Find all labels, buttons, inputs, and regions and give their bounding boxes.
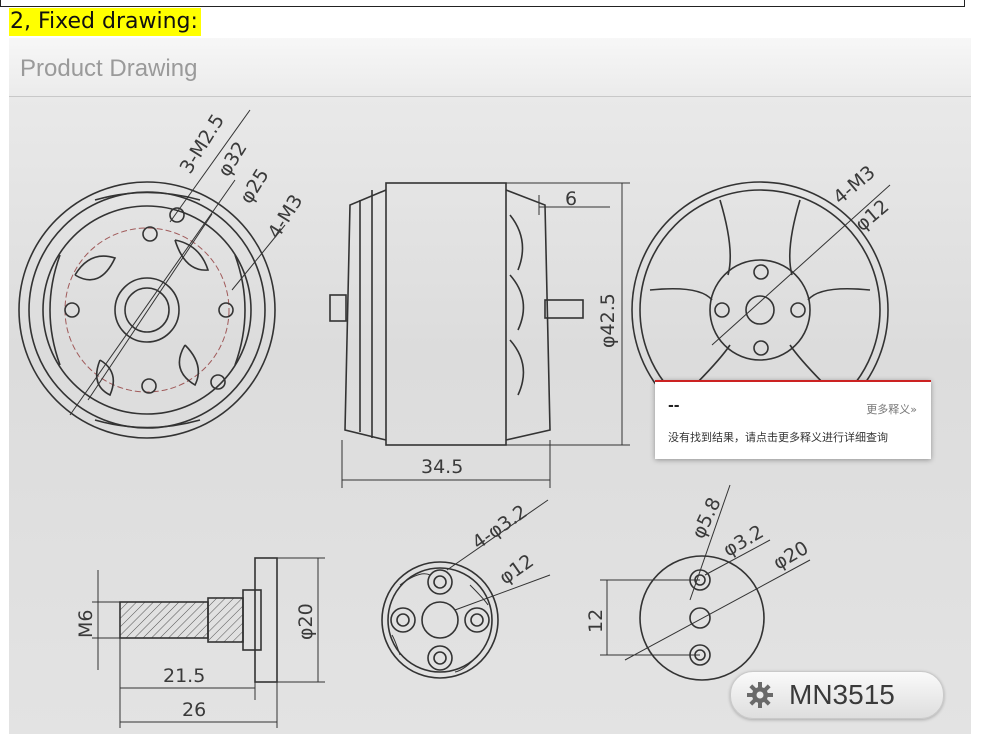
dim-phi3-2: φ3.2 <box>720 521 768 561</box>
dictionary-popup: -- 更多释义» 没有找到结果，请点击更多释义进行详细查询 <box>655 380 931 459</box>
dim-phi32: φ32 <box>214 138 252 181</box>
dim-26: 26 <box>182 699 206 721</box>
dim-phi20-shaft: φ20 <box>295 603 317 640</box>
dim-phi42-5: φ42.5 <box>597 293 619 348</box>
shaft-view <box>92 557 325 728</box>
dim-phi5-8: φ5.8 <box>688 494 726 542</box>
dim-phi12-hub: φ12 <box>495 550 538 589</box>
model-name: MN3515 <box>789 679 895 710</box>
dim-21-5: 21.5 <box>163 665 205 687</box>
dim-phi12-rear: φ12 <box>851 195 893 235</box>
dim-phi20-plate: φ20 <box>770 537 813 574</box>
dim-12: 12 <box>585 609 607 633</box>
hub-view <box>381 499 551 679</box>
dim-4-m3-front: 4-M3 <box>264 191 308 243</box>
dim-34-5: 34.5 <box>421 456 463 478</box>
popup-message: 没有找到结果，请点击更多释义进行详细查询 <box>668 431 888 444</box>
dim-4-phi3-2: 4-φ3.2 <box>468 501 531 554</box>
popup-word: -- <box>668 398 680 414</box>
model-badge: MN3515 <box>730 671 944 719</box>
dim-m6: M6 <box>75 610 97 638</box>
technical-drawing: 3-M2.5 φ32 φ25 4-M3 6 φ42.5 34.5 4-M3 φ1… <box>18 109 893 728</box>
gear-icon <box>747 682 773 708</box>
dim-phi25: φ25 <box>236 165 274 208</box>
side-view <box>329 182 630 488</box>
more-definitions-link[interactable]: 更多释义» <box>866 401 917 417</box>
dim-6: 6 <box>565 188 577 210</box>
